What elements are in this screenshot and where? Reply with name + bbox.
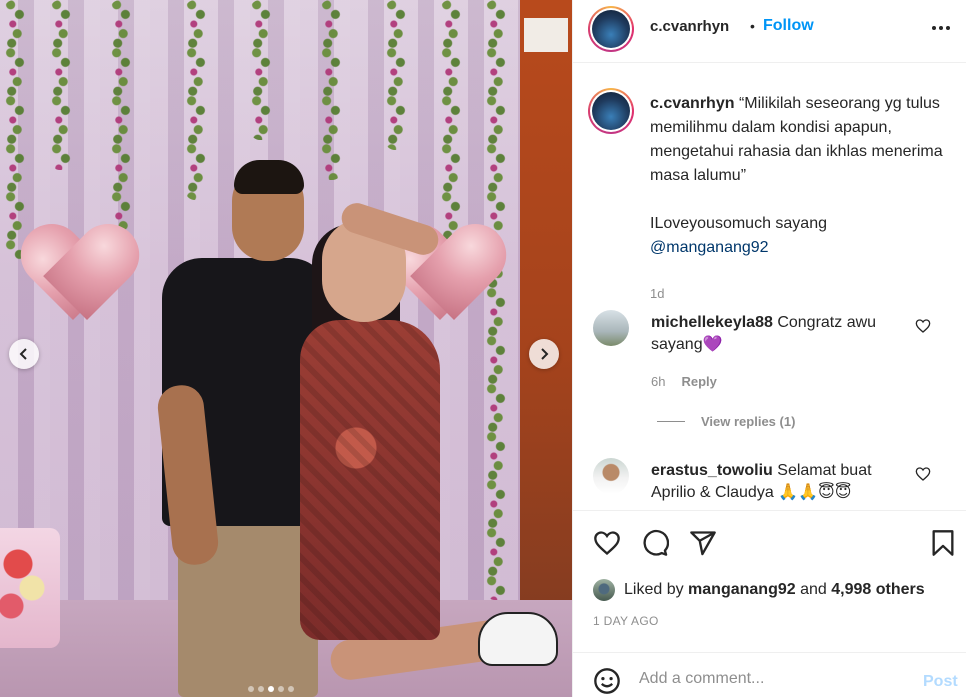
vine-decoration xyxy=(250,0,272,140)
carousel-next-button[interactable] xyxy=(529,339,559,369)
comment-text: michellekeyla88 Congratz awu sayang💜 xyxy=(651,314,877,353)
view-replies-button[interactable]: View replies (1) xyxy=(657,414,795,429)
vine-decoration xyxy=(185,0,207,200)
follow-button[interactable]: Follow xyxy=(763,17,814,35)
carousel-dot xyxy=(278,686,284,692)
post-date[interactable]: 1 DAY AGO xyxy=(593,614,659,628)
author-avatar[interactable] xyxy=(588,6,634,52)
commenter-username[interactable]: erastus_towoliu xyxy=(651,462,773,479)
carousel-prev-button[interactable] xyxy=(9,339,39,369)
vine-decoration xyxy=(50,0,72,170)
carousel-dots xyxy=(248,686,294,692)
vine-decoration xyxy=(110,0,132,230)
liker-avatar[interactable] xyxy=(593,579,615,601)
comment-text: erastus_towoliu Selamat buat Aprilio & C… xyxy=(651,462,872,501)
author-username[interactable]: c.cvanrhyn xyxy=(650,18,729,35)
carousel-dot xyxy=(258,686,264,692)
chevron-left-icon xyxy=(19,348,27,360)
flower-bouquet xyxy=(0,528,60,648)
heart-icon[interactable] xyxy=(593,529,621,557)
caption-line: “Milikilah seseorang yg tulus xyxy=(738,95,940,112)
comment-time[interactable]: 6h xyxy=(651,374,665,389)
caption-line: masa lalumu” xyxy=(650,167,747,184)
post-comment-button[interactable]: Post xyxy=(923,673,958,691)
carousel-dot xyxy=(288,686,294,692)
heart-balloon-left xyxy=(25,228,135,328)
sneaker xyxy=(478,612,558,666)
caption-username[interactable]: c.cvanrhyn xyxy=(650,95,734,112)
comment-icon[interactable] xyxy=(641,529,669,557)
chevron-right-icon xyxy=(541,348,549,360)
smiley-icon[interactable] xyxy=(593,667,621,695)
commenter-avatar[interactable] xyxy=(593,458,629,494)
woman-figure xyxy=(300,320,440,640)
caption-line: ILoveyousomuch sayang xyxy=(650,215,827,232)
separator-dot: • xyxy=(750,18,755,34)
instagram-post-view: c.cvanrhyn • Follow c.cvanrhyn “Milikila… xyxy=(0,0,966,697)
post-photo[interactable] xyxy=(0,0,572,697)
carousel-dot xyxy=(248,686,254,692)
caption-mention[interactable]: @manganang92 xyxy=(650,239,769,256)
comment-meta: 6h Reply xyxy=(651,374,717,389)
replies-line xyxy=(657,421,685,422)
heart-icon[interactable] xyxy=(915,466,931,482)
post-header: c.cvanrhyn • Follow xyxy=(573,0,966,63)
bookmark-icon[interactable] xyxy=(929,529,957,557)
paper-plane-icon[interactable] xyxy=(689,529,717,557)
carousel-dot xyxy=(268,686,274,692)
reply-button[interactable]: Reply xyxy=(681,374,716,389)
caption-time[interactable]: 1d xyxy=(650,286,664,301)
vine-decoration xyxy=(4,0,26,260)
liker-username[interactable]: manganang92 xyxy=(688,581,796,599)
add-comment-bar: Post xyxy=(573,652,966,697)
post-actions xyxy=(573,510,966,572)
caption-line: mengetahui rahasia dan ikhlas menerima xyxy=(650,143,943,160)
comments-scroll-area[interactable]: c.cvanrhyn “Milikilah seseorang yg tulus… xyxy=(573,64,966,510)
likes-summary: Liked by manganang92 and 4,998 others xyxy=(593,578,925,602)
more-options-button[interactable] xyxy=(929,16,953,40)
caption-author-avatar[interactable] xyxy=(588,88,634,134)
heart-icon[interactable] xyxy=(915,318,931,334)
caption-line: memilihmu dalam kondisi apapun, xyxy=(650,119,892,136)
man-figure xyxy=(234,160,304,194)
more-options-icon xyxy=(932,26,936,30)
vine-decoration xyxy=(385,0,407,150)
caption-text: c.cvanrhyn “Milikilah seseorang yg tulus… xyxy=(650,92,962,260)
post-side-panel: c.cvanrhyn • Follow c.cvanrhyn “Milikila… xyxy=(572,0,966,697)
vine-decoration xyxy=(440,0,462,250)
comment-input[interactable] xyxy=(639,665,919,693)
vine-decoration xyxy=(320,0,342,180)
others-link[interactable]: 4,998 others xyxy=(831,581,924,599)
commenter-avatar[interactable] xyxy=(593,310,629,346)
commenter-username[interactable]: michellekeyla88 xyxy=(651,314,773,331)
